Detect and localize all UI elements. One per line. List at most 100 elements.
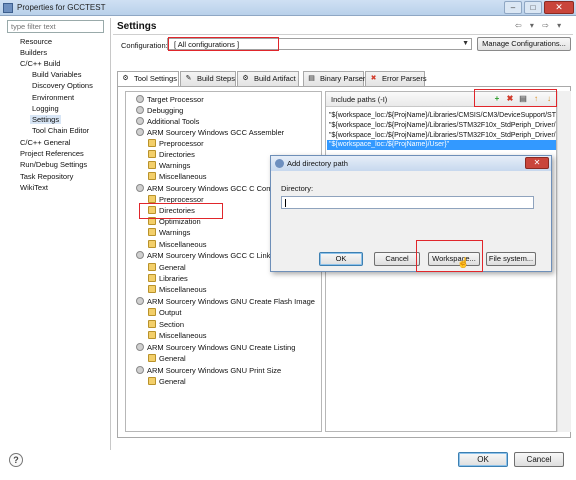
gear-icon: ⚙	[122, 75, 129, 82]
tab-binary-parsers[interactable]: ▤ Binary Parsers	[303, 71, 369, 86]
tab-label: Build Steps	[197, 74, 235, 83]
tree-item[interactable]: Preprocessor	[148, 138, 204, 149]
binary-icon: ▤	[308, 75, 315, 82]
tree-item[interactable]: Additional Tools	[136, 116, 199, 127]
tree-item[interactable]: Section	[148, 319, 184, 330]
tree-item[interactable]: Output	[148, 307, 182, 318]
close-button[interactable]: ✕	[544, 1, 574, 14]
nav-item-discovery-options[interactable]: Discovery Options	[32, 81, 93, 90]
sash[interactable]	[110, 18, 111, 450]
dialog-cancel-button[interactable]: Cancel	[374, 252, 420, 266]
folder-icon	[148, 139, 156, 147]
minimize-button[interactable]: –	[504, 1, 522, 14]
tree-item[interactable]: General	[148, 376, 186, 387]
tree-item[interactable]: Warnings	[148, 160, 190, 171]
tab-tool-settings[interactable]: ⚙ Tool Settings	[117, 71, 179, 87]
divider	[113, 34, 573, 35]
tab-bar: ⚙ Tool Settings ✎ Build Steps ⚙ Build Ar…	[117, 71, 567, 87]
history-nav-icons[interactable]: ⇦ ▾ ⇨ ▾	[515, 21, 564, 30]
tree-item[interactable]: General	[148, 262, 186, 273]
chevron-down-icon: ▼	[462, 40, 469, 47]
folder-icon	[148, 161, 156, 169]
tree-item[interactable]: ARM Sourcery Windows GNU Create Listing	[136, 342, 295, 353]
list-item[interactable]: "${workspace_loc:/${ProjName}/Libraries/…	[327, 111, 556, 121]
nav-item-task-repository[interactable]: Task Repository	[20, 172, 73, 181]
tree-item[interactable]: ARM Sourcery Windows GNU Print Size	[136, 365, 281, 376]
tab-build-artifact[interactable]: ⚙ Build Artifact	[237, 71, 299, 86]
gear-icon	[136, 251, 144, 259]
folder-icon	[148, 331, 156, 339]
tree-item[interactable]: ARM Sourcery Windows GNU Create Flash Im…	[136, 296, 315, 307]
tree-item[interactable]: Miscellaneous	[148, 171, 207, 182]
folder-icon	[148, 285, 156, 293]
gear-icon	[136, 95, 144, 103]
tree-item[interactable]: ARM Sourcery Windows GCC C Compiler	[136, 183, 287, 194]
tree-item[interactable]: Miscellaneous	[148, 284, 207, 295]
cancel-button[interactable]: Cancel	[514, 452, 564, 467]
nav-item-resource[interactable]: Resource	[20, 37, 52, 46]
dialog-ok-button[interactable]: OK	[319, 252, 363, 266]
scrollbar[interactable]	[557, 91, 571, 432]
nav-item-build-variables[interactable]: Build Variables	[32, 70, 81, 79]
maximize-button[interactable]: □	[524, 1, 542, 14]
manage-configurations-button[interactable]: Manage Configurations...	[477, 37, 571, 51]
folder-icon	[148, 195, 156, 203]
tree-item[interactable]: Miscellaneous	[148, 330, 207, 341]
nav-item-run-debug-settings[interactable]: Run/Debug Settings	[20, 160, 87, 169]
list-item[interactable]: "${workspace_loc:/${ProjName}/User}"	[327, 140, 556, 150]
nav-item-project-references[interactable]: Project References	[20, 149, 84, 158]
nav-item-settings[interactable]: Settings	[30, 115, 62, 124]
folder-icon	[148, 240, 156, 248]
nav-item-tool-chain-editor[interactable]: Tool Chain Editor	[32, 126, 89, 135]
gear-icon	[136, 184, 144, 192]
tree-item[interactable]: Target Processor	[136, 94, 204, 105]
dialog-title-bar: Add directory path ✕	[271, 156, 551, 171]
tab-label: Build Artifact	[254, 74, 296, 83]
dialog-close-button[interactable]: ✕	[525, 157, 549, 169]
tab-build-steps[interactable]: ✎ Build Steps	[180, 71, 236, 86]
tree-item[interactable]: Directories	[148, 149, 195, 160]
nav-item-builders[interactable]: Builders	[20, 48, 47, 57]
nav-item-cpp-build[interactable]: C/C++ Build	[20, 59, 60, 68]
file-system-button[interactable]: File system...	[486, 252, 536, 266]
gear-icon	[136, 297, 144, 305]
dialog-icon	[275, 159, 284, 168]
nav-item-wikitext[interactable]: WikiText	[20, 183, 48, 192]
pencil-icon: ✎	[185, 75, 192, 82]
tree-item[interactable]: Libraries	[148, 273, 188, 284]
gear-icon	[136, 106, 144, 114]
list-item[interactable]: "${workspace_loc:/${ProjName}/Libraries/…	[327, 121, 556, 131]
highlight-box	[416, 240, 483, 272]
tree-item[interactable]: Miscellaneous	[148, 239, 207, 250]
gear-icon	[136, 117, 144, 125]
gear-icon	[136, 366, 144, 374]
page-title: Settings	[117, 21, 157, 32]
nav-item-environment[interactable]: Environment	[32, 93, 74, 102]
tree-item[interactable]: ARM Sourcery Windows GCC Assembler	[136, 127, 284, 138]
nav-item-logging[interactable]: Logging	[32, 104, 59, 113]
tree-item[interactable]: General	[148, 353, 186, 364]
tree-item[interactable]: Debugging	[136, 105, 183, 116]
tab-error-parsers[interactable]: ✖ Error Parsers	[365, 71, 427, 86]
folder-icon	[148, 228, 156, 236]
tree-item[interactable]: ARM Sourcery Windows GCC C Linker	[136, 250, 277, 261]
folder-icon	[148, 150, 156, 158]
folder-icon	[148, 308, 156, 316]
nav-item-cpp-general[interactable]: C/C++ General	[20, 138, 70, 147]
window-title: Properties for GCCTEST	[17, 3, 106, 12]
directory-input[interactable]	[281, 196, 534, 209]
directory-label: Directory:	[281, 184, 314, 193]
help-icon[interactable]: ?	[9, 453, 23, 467]
tab-label: Binary Parsers	[320, 74, 370, 83]
folder-icon	[148, 274, 156, 282]
configuration-label: Configuration:	[121, 41, 168, 50]
error-icon: ✖	[370, 75, 377, 82]
nav-tree: Resource Builders C/C++ Build Build Vari…	[7, 35, 107, 435]
highlight-box	[474, 89, 557, 107]
folder-icon	[148, 263, 156, 271]
tree-item[interactable]: Warnings	[148, 227, 190, 238]
gear-icon	[136, 343, 144, 351]
ok-button[interactable]: OK	[458, 452, 508, 467]
filter-input[interactable]	[7, 20, 104, 33]
text-caret	[285, 199, 286, 207]
